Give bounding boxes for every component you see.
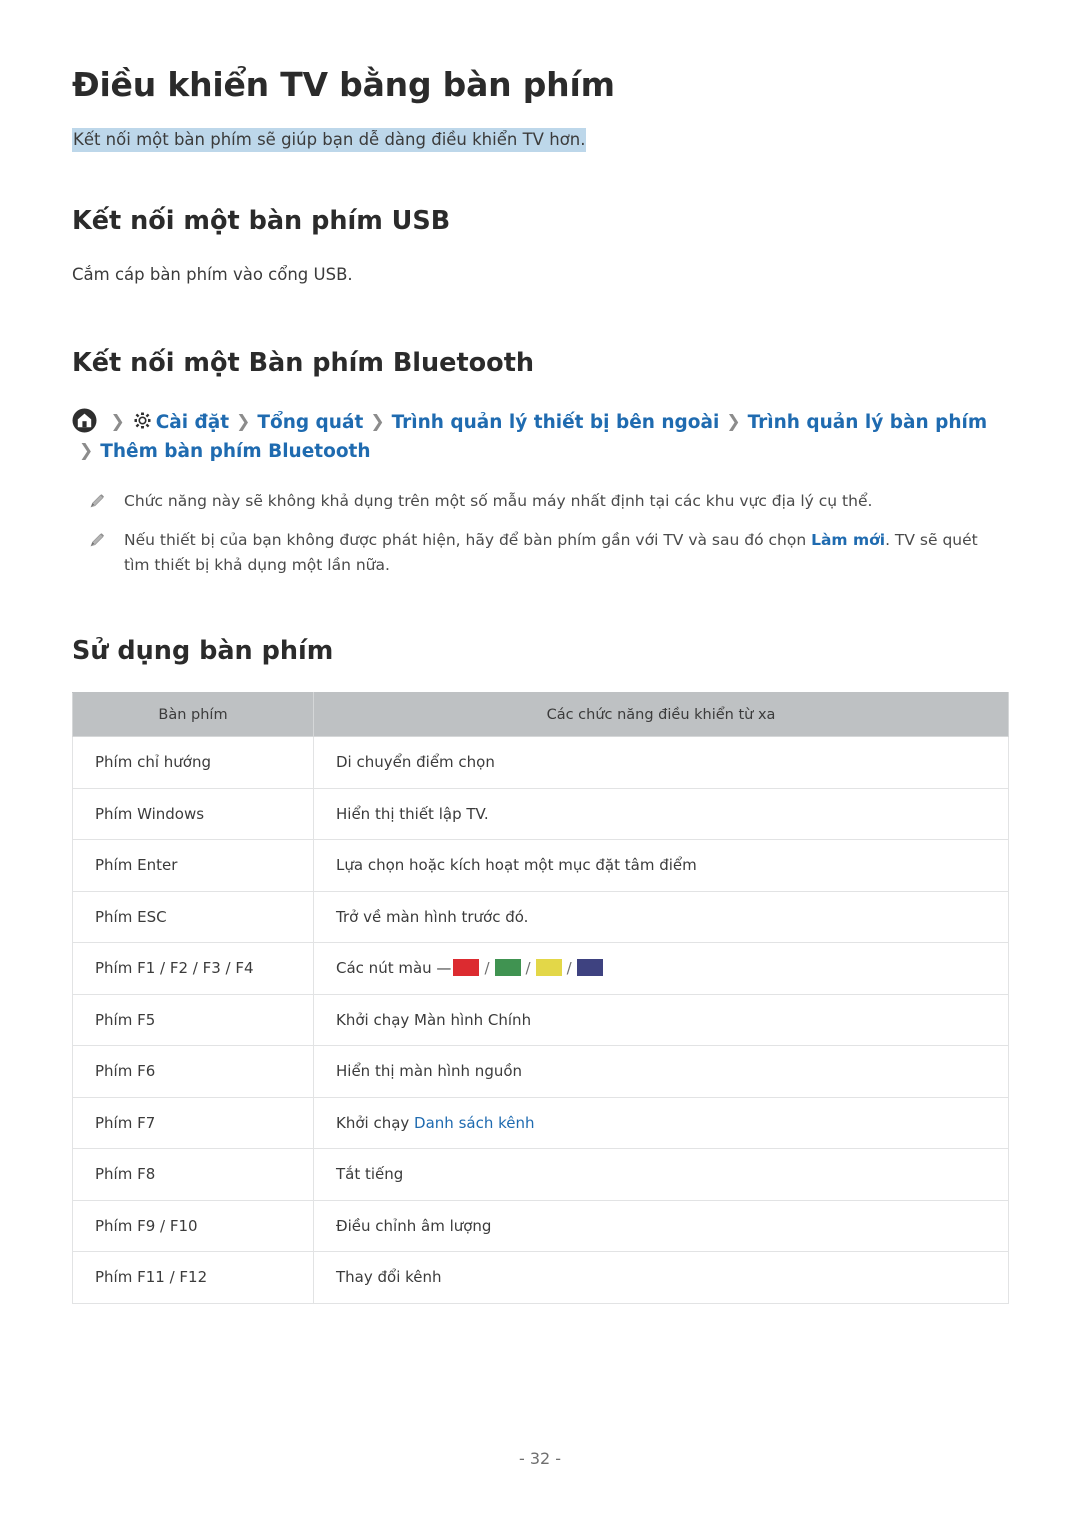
table-row: Phím Windows Hiển thị thiết lập TV. [72, 787, 1009, 841]
notes-list: Chức năng này sẽ không khả dụng trên một… [72, 489, 1008, 578]
yellow-button-swatch [535, 959, 562, 977]
table-header-row: Bàn phím Các chức năng điều khiển từ xa [72, 692, 1009, 738]
breadcrumb-separator: ❯ [79, 441, 94, 462]
table-row: Phím F6 Hiển thị màn hình nguồn [72, 1045, 1009, 1098]
manual-page: Điều khiển TV bằng bàn phím Kết nối một … [0, 0, 1080, 1527]
cell-key: Phím Windows [72, 787, 314, 841]
swatch-separator: / [566, 959, 572, 978]
cell-function-text: Khởi chạy [336, 1113, 415, 1132]
cell-function: Di chuyển điểm chọn [313, 736, 1009, 789]
section-heading-bluetooth: Kết nối một Bàn phím Bluetooth [72, 348, 535, 378]
table-row: Phím chỉ hướng Di chuyển điểm chọn [72, 736, 1009, 789]
keyboard-functions-table: Bàn phím Các chức năng điều khiển từ xa … [72, 692, 1009, 1304]
note-text: Chức năng này sẽ không khả dụng trên một… [124, 491, 873, 510]
table-row: Phím F8 Tắt tiếng [72, 1148, 1009, 1201]
cell-key: Phím F9 / F10 [72, 1199, 314, 1253]
cell-key: Phím chỉ hướng [72, 736, 314, 789]
pencil-icon [88, 531, 106, 549]
column-header-keyboard: Bàn phím [72, 692, 314, 738]
breadcrumb-item-keyboard-manager[interactable]: Trình quản lý bàn phím [748, 412, 988, 433]
note-item: Chức năng này sẽ không khả dụng trên một… [72, 489, 1008, 514]
home-icon [72, 408, 97, 433]
page-title: Điều khiển TV bằng bàn phím [72, 65, 615, 104]
section-heading-usage: Sử dụng bàn phím [72, 635, 334, 666]
breadcrumb-item-external-device-manager[interactable]: Trình quản lý thiết bị bên ngoài [392, 412, 720, 433]
note-item: Nếu thiết bị của bạn không được phát hiệ… [72, 528, 1008, 578]
cell-key: Phím F1 / F2 / F3 / F4 [72, 942, 314, 995]
table-row: Phím F1 / F2 / F3 / F4 Các nút màu — / / / [72, 942, 1009, 995]
swatch-separator: / [484, 959, 490, 978]
pencil-icon [88, 492, 106, 510]
column-header-functions: Các chức năng điều khiển từ xa [313, 692, 1009, 738]
cell-function: Tắt tiếng [313, 1148, 1009, 1201]
green-button-swatch [494, 959, 521, 977]
table-row: Phím F5 Khởi chạy Màn hình Chính [72, 993, 1009, 1047]
breadcrumb: ❯ Cài đặt ❯ Tổng quát ❯ Trình quản lý thi [72, 408, 1008, 466]
breadcrumb-label-settings: Cài đặt [155, 412, 230, 434]
cell-key: Phím F11 / F12 [72, 1251, 314, 1304]
breadcrumb-separator: ❯ [236, 412, 251, 433]
section-heading-usb: Kết nối một bàn phím USB [72, 206, 451, 237]
cell-function: Hiển thị màn hình nguồn [313, 1045, 1009, 1098]
page-subtitle-container: Kết nối một bàn phím sẽ giúp bạn dễ dàng… [72, 126, 1008, 153]
gear-icon [132, 410, 153, 431]
refresh-link[interactable]: Làm mới [811, 531, 885, 549]
table-row: Phím F11 / F12 Thay đổi kênh [72, 1251, 1009, 1304]
cell-key: Phím F7 [72, 1096, 314, 1150]
cell-key: Phím F6 [72, 1045, 314, 1098]
cell-function: Thay đổi kênh [313, 1251, 1009, 1304]
blue-button-swatch [576, 959, 603, 977]
cell-function-with-link: Khởi chạy Danh sách kênh [313, 1096, 1009, 1150]
table-row: Phím F7 Khởi chạy Danh sách kênh [72, 1096, 1009, 1150]
table-row: Phím ESC Trở về màn hình trước đó. [72, 890, 1009, 944]
cell-key: Phím ESC [72, 890, 314, 944]
cell-key: Phím F5 [72, 993, 314, 1047]
section-body-usb: Cắm cáp bàn phím vào cổng USB. [72, 264, 353, 284]
note-text: Nếu thiết bị của bạn không được phát hiệ… [124, 530, 812, 549]
breadcrumb-item-add-bluetooth-keyboard[interactable]: Thêm bàn phím Bluetooth [100, 441, 370, 462]
breadcrumb-separator: ❯ [726, 412, 741, 433]
cell-key: Phím Enter [72, 839, 314, 892]
cell-function: Hiển thị thiết lập TV. [313, 787, 1009, 841]
cell-function: Điều chỉnh âm lượng [313, 1199, 1009, 1253]
table-row: Phím F9 / F10 Điều chỉnh âm lượng [72, 1199, 1009, 1253]
table-row: Phím Enter Lựa chọn hoặc kích hoạt một m… [72, 839, 1009, 892]
cell-function: Lựa chọn hoặc kích hoạt một mục đặt tâm … [313, 839, 1009, 892]
red-button-swatch [453, 959, 480, 977]
channel-list-link[interactable]: Danh sách kênh [414, 1114, 534, 1132]
cell-key: Phím F8 [72, 1148, 314, 1201]
breadcrumb-item-general[interactable]: Tổng quát [257, 412, 363, 433]
swatch-separator: / [525, 959, 531, 978]
page-number: - 32 - [518, 1449, 562, 1468]
breadcrumb-home[interactable] [72, 408, 103, 433]
breadcrumb-item-settings[interactable]: Cài đặt [132, 412, 229, 433]
color-buttons-label: Các nút màu — [336, 959, 452, 978]
breadcrumb-separator: ❯ [370, 412, 385, 433]
page-subtitle-highlighted: Kết nối một bàn phím sẽ giúp bạn dễ dàng… [72, 128, 587, 153]
cell-function: Trở về màn hình trước đó. [313, 890, 1009, 944]
cell-function: Khởi chạy Màn hình Chính [313, 993, 1009, 1047]
breadcrumb-separator: ❯ [110, 412, 125, 433]
cell-function-color-buttons: Các nút màu — / / / [313, 942, 1009, 995]
